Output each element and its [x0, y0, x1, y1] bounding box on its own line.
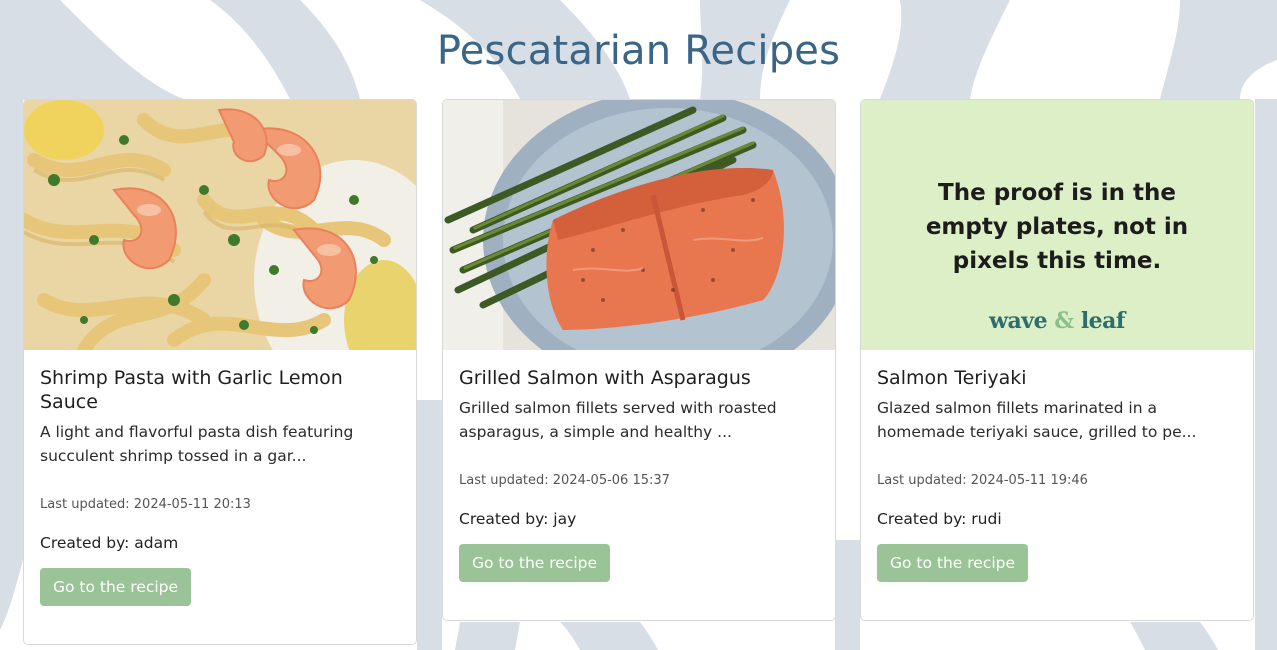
recipe-last-updated: Last updated: 2024-05-11 20:13: [40, 497, 251, 512]
recipe-created-by: Created by: adam: [40, 534, 179, 552]
go-to-recipe-button[interactable]: Go to the recipe: [877, 544, 1029, 582]
recipe-card: The proof is in the empty plates, not in…: [860, 99, 1254, 621]
logo-ampersand: &: [1054, 308, 1074, 334]
recipe-last-updated: Last updated: 2024-05-06 15:37: [459, 473, 670, 488]
wave-and-leaf-logo: wave & leaf: [861, 308, 1253, 334]
recipe-description: Glazed salmon fillets marinated in a hom…: [877, 399, 1197, 441]
promo-line: pixels this time.: [952, 248, 1162, 274]
recipe-image-grilled-salmon: [443, 100, 835, 350]
recipe-card: Shrimp Pasta with Garlic Lemon Sauce A l…: [23, 99, 417, 645]
recipe-title: Salmon Teriyaki: [877, 367, 1027, 389]
recipe-description: A light and flavorful pasta dish featuri…: [40, 423, 354, 465]
go-to-recipe-button[interactable]: Go to the recipe: [459, 544, 611, 582]
promo-line: empty plates, not in: [925, 214, 1189, 240]
recipe-last-updated: Last updated: 2024-05-11 19:46: [877, 473, 1088, 488]
logo-word: leaf: [1080, 308, 1126, 334]
recipe-title: Shrimp Pasta with Garlic Lemon Sauce: [40, 367, 343, 413]
recipe-description: Grilled salmon fillets served with roast…: [459, 399, 777, 441]
placeholder-promo-image: The proof is in the empty plates, not in…: [861, 100, 1253, 350]
recipes-page: Pescatarian Recipes Shrimp Pasta with Ga…: [0, 0, 1277, 650]
recipe-created-by: Created by: rudi: [877, 510, 1002, 528]
go-to-recipe-button[interactable]: Go to the recipe: [40, 568, 192, 606]
recipe-image-shrimp-pasta: [24, 100, 416, 350]
page-title: Pescatarian Recipes: [436, 28, 841, 74]
recipe-card: Grilled Salmon with Asparagus Grilled sa…: [442, 99, 836, 621]
recipe-card-body: Salmon Teriyaki Glazed salmon fillets ma…: [861, 350, 1253, 598]
recipe-title: Grilled Salmon with Asparagus: [459, 367, 751, 389]
recipe-created-by: Created by: jay: [459, 510, 577, 528]
logo-word: wave: [989, 308, 1048, 334]
promo-message: The proof is in the empty plates, not in…: [861, 176, 1253, 278]
promo-line: The proof is in the: [938, 180, 1176, 206]
recipe-card-body: Shrimp Pasta with Garlic Lemon Sauce A l…: [24, 350, 416, 622]
recipe-card-body: Grilled Salmon with Asparagus Grilled sa…: [443, 350, 835, 598]
